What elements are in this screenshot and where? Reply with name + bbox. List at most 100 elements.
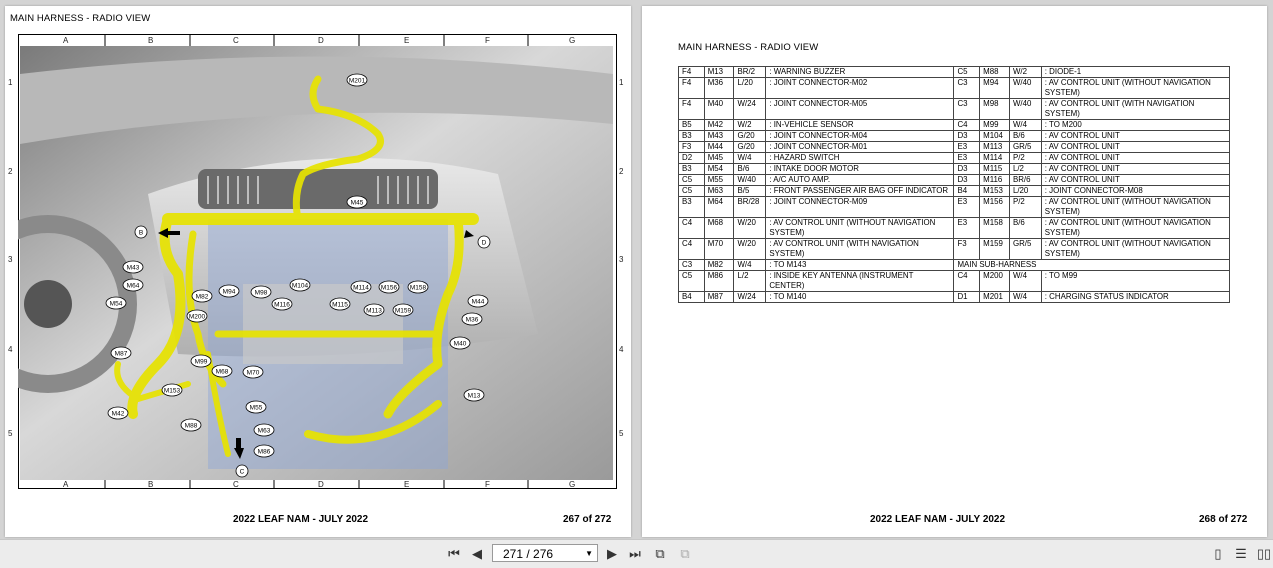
- table-cell: B3: [678, 196, 705, 218]
- connector-callout: D: [477, 235, 491, 249]
- callout-label: M200: [189, 313, 206, 320]
- table-cell: : A/C AUTO AMP.: [765, 174, 955, 186]
- page-indicator[interactable]: 271 / 276 ▼: [492, 544, 598, 562]
- table-cell: W/4: [1008, 119, 1042, 131]
- callout-label: M64: [127, 282, 140, 289]
- col-label: C: [233, 480, 239, 489]
- callout-label: M104: [292, 282, 309, 289]
- table-cell: M68: [703, 217, 735, 239]
- col-label: D: [318, 36, 324, 45]
- table-cell: B4: [678, 291, 705, 303]
- table-cell: M63: [703, 185, 735, 197]
- callout-label: M114: [353, 284, 369, 291]
- connector-callout: M104: [289, 278, 311, 292]
- page-number: 267 of 272: [563, 514, 612, 525]
- row-label: 4: [8, 345, 13, 354]
- last-page-icon[interactable]: ⏭: [627, 546, 643, 562]
- connector-callout: M64: [122, 278, 144, 292]
- prev-page-icon[interactable]: ◀: [469, 546, 485, 562]
- connector-callout: M70: [242, 365, 264, 379]
- table-cell: B3: [678, 163, 705, 175]
- row-label: 4: [619, 345, 624, 354]
- table-cell: F4: [678, 98, 705, 120]
- connector-callout: M115: [329, 297, 351, 311]
- col-label: G: [569, 36, 575, 45]
- col-label: E: [404, 480, 409, 489]
- callout-label: M70: [247, 369, 260, 376]
- connector-callout: M68: [211, 364, 233, 378]
- callout-label: M45: [351, 199, 364, 206]
- table-cell: D3: [953, 130, 981, 142]
- connector-callout: M43: [122, 260, 144, 274]
- table-cell: C5: [678, 185, 705, 197]
- table-row: C3 M82 W/4: TO M143 MAIN SUB-HARNESS: [678, 259, 1230, 271]
- table-cell: C3: [953, 77, 981, 99]
- connector-callout: M156: [378, 280, 400, 294]
- callout-label: M43: [127, 264, 140, 271]
- table-row: F4 M13 BR/2: WARNING BUZZER C5 M88 W/2: DIODE…: [678, 66, 1231, 78]
- table-cell: P/2: [1008, 196, 1042, 218]
- col-label: B: [148, 36, 153, 45]
- table-cell: C5: [678, 270, 705, 292]
- single-page-icon[interactable]: ▯: [1210, 546, 1226, 562]
- next-page-icon[interactable]: ▶: [604, 546, 620, 562]
- table-cell: : AV CONTROL UNIT: [1040, 141, 1231, 153]
- table-cell: M158: [979, 217, 1010, 239]
- row-label: 2: [8, 167, 13, 176]
- callout-label: M116: [274, 301, 290, 308]
- table-cell: E3: [953, 152, 981, 164]
- connector-callout: M201: [346, 73, 368, 87]
- table-cell: W/20: [733, 217, 767, 239]
- table-cell: C4: [678, 217, 705, 239]
- callout-label: D: [482, 239, 487, 246]
- table-cell: E3: [953, 196, 981, 218]
- table-cell: M44: [703, 141, 735, 153]
- continuous-icon[interactable]: ☰: [1233, 546, 1249, 562]
- table-cell: D3: [953, 174, 981, 186]
- table-cell: : AV CONTROL UNIT: [1040, 130, 1231, 142]
- table-cell: P/2: [1008, 152, 1042, 164]
- table-cell: : AV CONTROL UNIT (WITH NAVIGATION SYSTE…: [1040, 98, 1231, 120]
- table-cell: W/40: [733, 174, 767, 186]
- callout-label: M13: [468, 392, 481, 399]
- col-label: G: [569, 480, 575, 489]
- two-page-icon[interactable]: ▯▯: [1256, 546, 1272, 562]
- table-cell: M99: [979, 119, 1010, 131]
- table-cell: F4: [678, 77, 705, 99]
- table-cell: : JOINT CONNECTOR-M04: [765, 130, 955, 142]
- table-cell: M86: [703, 270, 735, 292]
- page-title: MAIN HARNESS - RADIO VIEW: [678, 42, 819, 53]
- table-row: B3 M54 B/6: INTAKE DOOR MOTOR D3 M115 L/2: AV…: [678, 163, 1231, 175]
- connector-callout: M113: [363, 303, 385, 317]
- paste-icon[interactable]: ⧉: [677, 546, 693, 562]
- row-label: 3: [8, 255, 13, 264]
- connector-callout: M40: [449, 336, 471, 350]
- connector-callout: M55: [245, 400, 267, 414]
- table-row: F4 M40 W/24: JOINT CONNECTOR-M05 C3 M98 W/40:…: [678, 98, 1231, 120]
- table-cell: B/6: [1008, 130, 1042, 142]
- table-cell: W/40: [1008, 98, 1042, 120]
- table-cell: : JOINT CONNECTOR-M09: [765, 196, 955, 218]
- table-row: C5 M63 B/5: FRONT PASSENGER AIR BAG OFF IN…: [678, 185, 1231, 197]
- row-label: 2: [619, 167, 624, 176]
- table-cell: L/2: [733, 270, 767, 292]
- callout-label: M82: [196, 293, 209, 300]
- callout-label: M40: [454, 340, 467, 347]
- callout-label: M115: [332, 301, 348, 308]
- callout-label: B: [139, 229, 143, 236]
- table-cell: : AV CONTROL UNIT (WITHOUT NAVIGATION SY…: [765, 217, 955, 239]
- page-title: MAIN HARNESS - RADIO VIEW: [10, 13, 151, 24]
- connector-callout: M200: [186, 309, 208, 323]
- table-cell: W/40: [1008, 77, 1042, 99]
- callout-label: M201: [349, 77, 366, 84]
- table-cell: M40: [703, 98, 735, 120]
- copy-icon[interactable]: ⧉: [652, 546, 668, 562]
- section-heading: MAIN SUB-HARNESS: [953, 259, 1230, 271]
- table-cell: M98: [979, 98, 1010, 120]
- connector-callout: M114: [350, 280, 372, 294]
- page-footer-title: 2022 LEAF NAM - JULY 2022: [233, 514, 369, 525]
- connector-callout: M158: [407, 280, 429, 294]
- connector-callout: M116: [271, 297, 293, 311]
- first-page-icon[interactable]: ⏮: [446, 546, 462, 562]
- chevron-down-icon: ▼: [585, 549, 593, 558]
